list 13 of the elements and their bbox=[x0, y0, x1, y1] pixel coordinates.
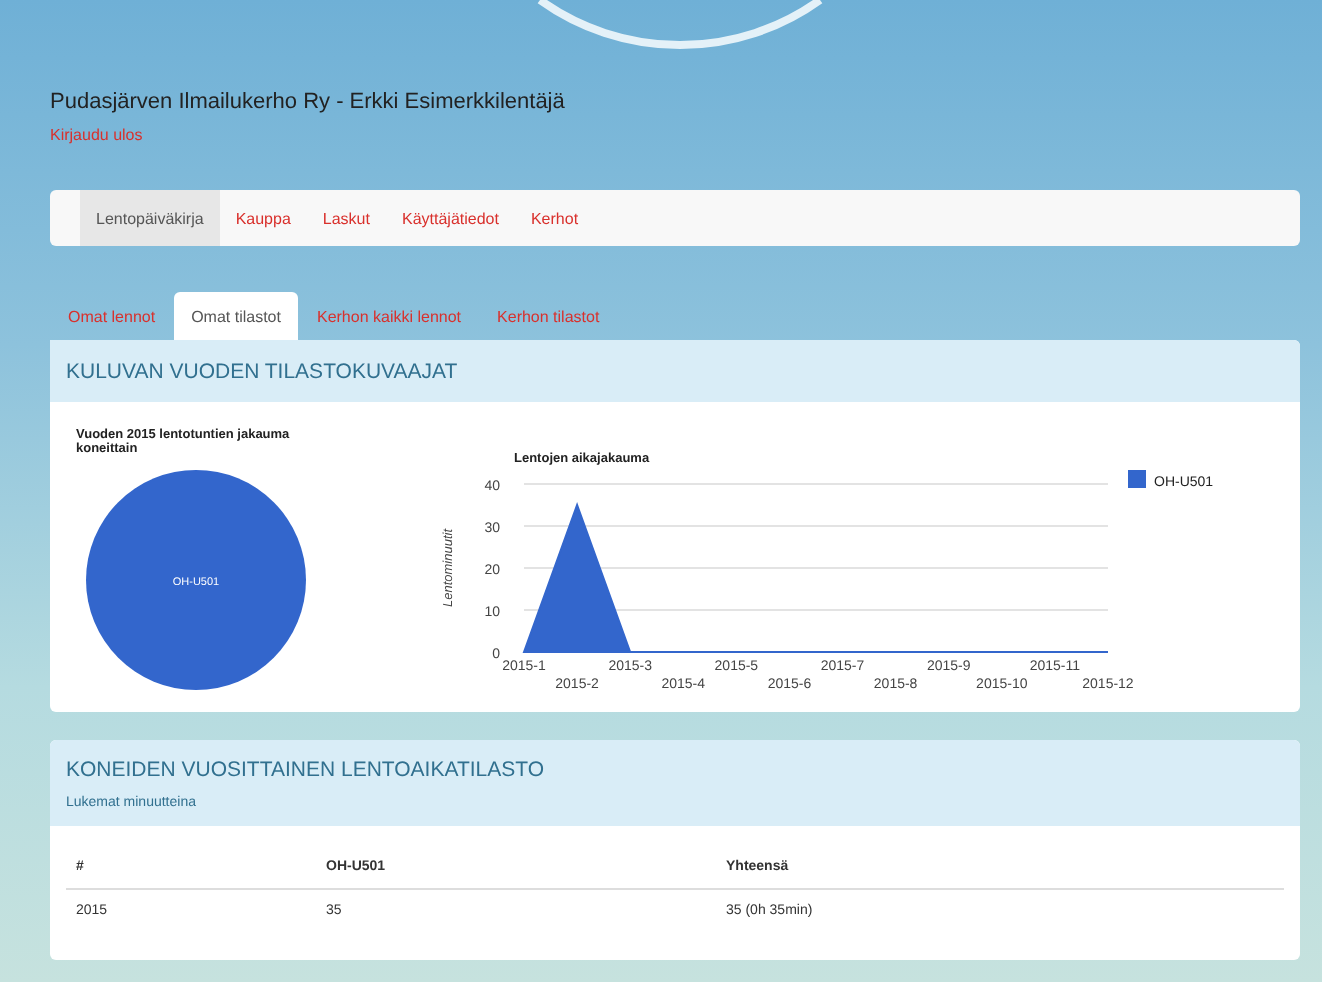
panel-title: KONEIDEN VUOSITTAINEN LENTOAIKATILASTO bbox=[66, 757, 547, 781]
nav-link[interactable]: Kauppa bbox=[219, 190, 307, 246]
nav-link[interactable]: Lentopäiväkirja bbox=[80, 190, 220, 246]
nav-link[interactable]: Käyttäjätiedot bbox=[385, 190, 515, 246]
tab[interactable]: Kerhon kaikki lennot bbox=[298, 292, 480, 340]
site-title: Pudasjärven Ilmailukerho Ry - Erkki Esimerkkilentäjä bbox=[50, 90, 567, 114]
legend-swatch bbox=[1128, 470, 1146, 488]
tab[interactable]: Kerhon tilastot bbox=[479, 292, 618, 340]
nav-link[interactable]: Kerhot bbox=[514, 190, 595, 246]
panel-title: KULUVAN VUODEN TILASTOKUVAAJAT bbox=[66, 359, 460, 383]
tab[interactable]: Omat tilastot bbox=[173, 292, 299, 340]
nav-link[interactable]: Laskut bbox=[306, 190, 386, 246]
tab[interactable]: Omat lennot bbox=[50, 292, 174, 340]
